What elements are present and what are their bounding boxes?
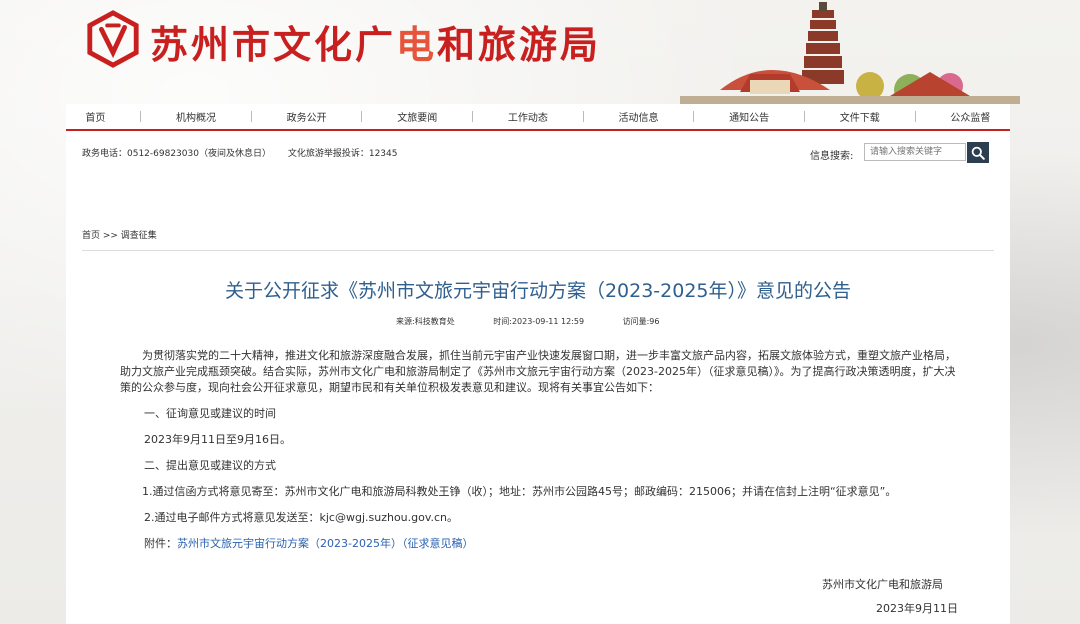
- nav-events[interactable]: 活动信息: [615, 109, 663, 124]
- site-title-part2: 电: [396, 22, 438, 67]
- nav-divider: [803, 111, 805, 122]
- search-label: 信息搜索:: [810, 151, 854, 162]
- nav-public-supervision[interactable]: 公众监督: [946, 109, 994, 124]
- nav-organization[interactable]: 机构概况: [172, 109, 220, 124]
- submission-method-letter: 1.通过信函方式将意见寄至：苏州市文化广电和旅游局科教处王铮（收）；地址：苏州市…: [142, 485, 897, 498]
- attachment-label: 附件：: [144, 537, 177, 550]
- breadcrumb-divider: [82, 250, 994, 251]
- nav-culture-tourism-news[interactable]: 文旅要闻: [393, 109, 441, 124]
- article-title: 关于公开征求《苏州市文旅元宇宙行动方案（2023-2025年）》意见的公告: [224, 280, 852, 302]
- site-title-part3: 和旅游局: [437, 22, 602, 67]
- submission-method-email: 2.通过电子邮件方式将意见发送至：kjc@wgj.suzhou.gov.cn。: [144, 511, 459, 524]
- nav-divider: [582, 111, 584, 122]
- nav-home[interactable]: 首页: [81, 109, 109, 124]
- site-title-part1: 苏州市文化广: [150, 22, 397, 67]
- nav-notices[interactable]: 通知公告: [725, 109, 773, 124]
- nav-work-updates[interactable]: 工作动态: [504, 109, 552, 124]
- main-nav: 首页 机构概况 政务公开 文旅要闻 工作动态 活动信息 通知公告 文件下载 公众…: [66, 104, 1010, 131]
- attachment-row: 附件：苏州市文旅元宇宙行动方案（2023-2025年）（征求意见稿）: [120, 536, 960, 552]
- article-source: 来源:科技教育处: [396, 317, 455, 326]
- nav-divider: [361, 111, 363, 122]
- article-meta: 来源:科技教育处 时间:2023-09-11 12:59 访问量:96: [396, 316, 695, 327]
- section-heading: 一、征询意见或建议的时间: [144, 407, 276, 420]
- nav-government-affairs[interactable]: 政务公开: [283, 109, 331, 124]
- nav-downloads[interactable]: 文件下载: [836, 109, 884, 124]
- government-phone: 政务电话：0512-69823030（夜间及休息日）: [82, 149, 271, 159]
- search-icon: [971, 146, 985, 160]
- site-header: 苏州市文化广电和旅游局: [0, 0, 1080, 104]
- article-paragraph: 为贯彻落实党的二十大精神，推进文化和旅游深度融合发展，抓住当前元宇宙产业快速发展…: [120, 349, 956, 394]
- site-title[interactable]: 苏州市文化广电和旅游局: [150, 14, 601, 69]
- signature-date: 2023年9月11日: [876, 602, 958, 615]
- search-input[interactable]: [864, 143, 966, 161]
- search-button[interactable]: [967, 142, 989, 163]
- nav-divider: [472, 111, 474, 122]
- signature-organization: 苏州市文化广电和旅游局: [822, 578, 943, 591]
- complaint-hotline: 文化旅游举报投诉：12345: [287, 149, 398, 159]
- article-time: 时间:2023-09-11 12:59: [493, 317, 585, 326]
- section-heading: 二、提出意见或建议的方式: [144, 459, 276, 472]
- nav-divider: [140, 111, 142, 122]
- pagoda-scenery-illustration: [680, 2, 1020, 104]
- breadcrumb[interactable]: 首页 >> 调查征集: [82, 228, 157, 241]
- consultation-dates: 2023年9月11日至9月16日。: [144, 433, 291, 446]
- article-body: 为贯彻落实党的二十大精神，推进文化和旅游深度融合发展，抓住当前元宇宙产业快速发展…: [120, 348, 960, 562]
- nav-divider: [914, 111, 916, 122]
- nav-divider: [693, 111, 695, 122]
- bureau-logo-icon[interactable]: [84, 10, 142, 68]
- article-views: 访问量:96: [622, 317, 660, 326]
- attachment-link[interactable]: 苏州市文旅元宇宙行动方案（2023-2025年）（征求意见稿）: [177, 537, 473, 550]
- nav-divider: [250, 111, 252, 122]
- contact-info-bar: 政务电话：0512-69823030（夜间及休息日） 文化旅游举报投诉：1234…: [82, 146, 411, 159]
